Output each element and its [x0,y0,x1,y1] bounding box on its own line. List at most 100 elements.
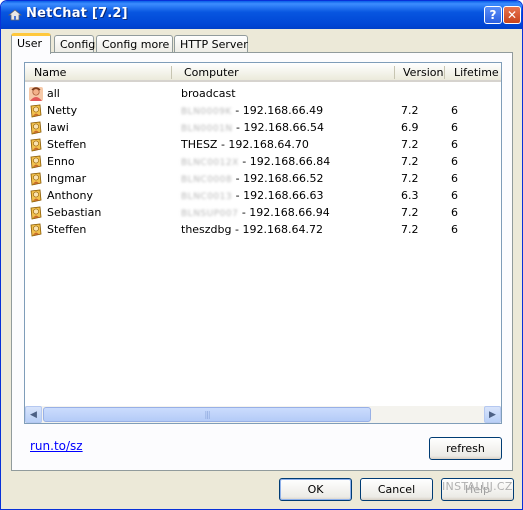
computer-host: BLN0001N [181,124,233,134]
lifetime-cell: 6 [451,155,458,168]
computer-cell: BLNC0012X - 192.168.66.84 [181,155,330,168]
user-icon [30,104,42,118]
window-title: NetChat [7.2] [26,6,128,21]
list-item[interactable]: Steffen THESZ - 192.168.64.70 7.2 6 [25,137,501,154]
user-list[interactable]: Name Computer Version Lifetime all broad… [24,62,502,424]
lifetime-cell: 6 [451,104,458,117]
user-name: lawi [47,121,69,134]
computer-address: - 192.168.66.54 [232,121,324,134]
computer-address: theszdbg - 192.168.64.72 [181,223,323,236]
version-cell: 7.2 [401,223,419,236]
computer-address: - 192.168.66.49 [231,104,324,117]
column-header-lifetime[interactable]: Lifetime [454,66,499,79]
tab-config[interactable]: Config [54,35,95,53]
list-item[interactable]: Steffen theszdbg - 192.168.64.72 7.2 6 [25,222,501,239]
chevron-left-icon: ◀ [30,409,37,420]
chevron-right-icon: ▶ [489,409,496,420]
user-name: Enno [47,155,75,168]
computer-host: BLN0009K [181,107,232,117]
computer-address: - 192.168.66.94 [238,206,330,219]
list-item[interactable]: Ingmar BLNC0008 - 192.168.66.52 7.2 6 [25,171,501,188]
user-icon [30,223,42,237]
version-cell: 6.3 [401,189,419,202]
tab-config-more[interactable]: Config more [96,35,173,53]
user-name: all [47,87,60,100]
version-cell: 7.2 [401,138,419,151]
close-button[interactable]: ✕ [503,6,521,24]
list-item[interactable]: Sebastian BLNSUP007 - 192.168.66.94 7.2 … [25,205,501,222]
list-item[interactable]: lawi BLN0001N - 192.168.66.54 6.9 6 [25,120,501,137]
list-header: Name Computer Version Lifetime [25,63,501,82]
computer-host: BLNSUP007 [181,209,239,219]
grip-icon: ||| [204,410,210,419]
computer-cell: broadcast [181,87,236,100]
computer-address: - 192.168.66.52 [232,172,324,185]
computer-host: BLNC0008 [181,175,233,185]
computer-cell: THESZ - 192.168.64.70 [181,138,309,151]
computer-cell: BLN0001N - 192.168.66.54 [181,121,324,134]
user-name: Steffen [47,138,87,151]
horizontal-scrollbar[interactable]: ◀ ||| ▶ [25,406,501,423]
version-cell: 7.2 [401,206,419,219]
all-users-icon [29,87,43,101]
user-name: Anthony [47,189,93,202]
column-header-version[interactable]: Version [403,66,443,79]
computer-cell: theszdbg - 192.168.64.72 [181,223,323,236]
netchat-window: NetChat [7.2] ? ✕ User Config Config mor… [0,0,523,510]
user-icon [30,155,42,169]
computer-host: BLNC0012X [181,158,239,168]
user-name: Sebastian [47,206,102,219]
computer-cell: BLNSUP007 - 192.168.66.94 [181,206,330,219]
lifetime-cell: 6 [451,138,458,151]
tab-http-server[interactable]: HTTP Server [174,35,248,53]
user-icon [30,189,42,203]
user-icon [30,121,42,135]
lifetime-cell: 6 [451,121,458,134]
version-cell: 6.9 [401,121,419,134]
tab-user[interactable]: User [11,33,51,54]
user-icon [30,172,42,186]
version-cell: 7.2 [401,155,419,168]
list-item[interactable]: Anthony BLNC0013 - 192.168.66.63 6.3 6 [25,188,501,205]
user-tab-panel: Name Computer Version Lifetime all broad… [11,52,513,471]
version-cell: 7.2 [401,104,419,117]
lifetime-cell: 6 [451,206,458,219]
computer-address: - 192.168.66.63 [232,189,324,202]
list-item[interactable]: Netty BLN0009K - 192.168.66.49 7.2 6 [25,103,501,120]
user-name: Netty [47,104,78,117]
list-rows: all broadcast Netty BLN0009K - 192.168.6… [25,86,501,239]
computer-cell: BLNC0008 - 192.168.66.52 [181,172,324,185]
scroll-right-button[interactable]: ▶ [484,406,501,423]
computer-address: THESZ - 192.168.64.70 [181,138,309,151]
lifetime-cell: 6 [451,172,458,185]
list-item[interactable]: all broadcast [25,86,501,103]
column-divider[interactable] [394,66,395,79]
scrollbar-thumb[interactable]: ||| [43,407,371,422]
homepage-link[interactable]: run.to/sz [30,439,83,453]
computer-address: - 192.168.66.84 [238,155,331,168]
lifetime-cell: 6 [451,189,458,202]
ok-button[interactable]: OK [279,478,352,501]
refresh-button[interactable]: refresh [429,437,502,460]
column-divider[interactable] [171,66,172,79]
computer-cell: BLNC0013 - 192.168.66.63 [181,189,324,202]
netchat-app-icon [8,9,22,21]
watermark: INSTALUJ.CZ [442,480,513,493]
list-item[interactable]: Enno BLNC0012X - 192.168.66.84 7.2 6 [25,154,501,171]
column-header-name[interactable]: Name [34,66,66,79]
user-icon [30,206,42,220]
computer-address: broadcast [181,87,236,100]
user-icon [30,138,42,152]
lifetime-cell: 6 [451,223,458,236]
cancel-button[interactable]: Cancel [360,478,433,501]
title-bar[interactable]: NetChat [7.2] ? ✕ [1,1,522,29]
user-name: Ingmar [47,172,87,185]
help-title-button[interactable]: ? [484,6,502,24]
version-cell: 7.2 [401,172,419,185]
column-divider[interactable] [444,66,445,79]
user-name: Steffen [47,223,87,236]
column-header-computer[interactable]: Computer [184,66,239,79]
scroll-left-button[interactable]: ◀ [25,406,42,423]
computer-host: BLNC0013 [181,192,233,202]
computer-cell: BLN0009K - 192.168.66.49 [181,104,323,117]
